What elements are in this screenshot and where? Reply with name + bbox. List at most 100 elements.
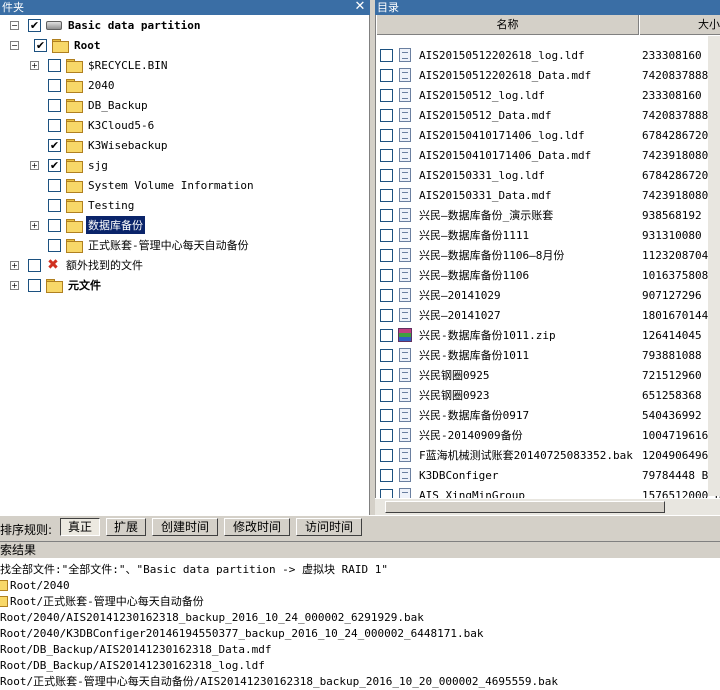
tree-node[interactable]: ✔ K3Wisebackup: [30, 135, 169, 155]
tree-node[interactable]: + ✖ 额外找到的文件: [10, 255, 145, 275]
file-row[interactable]: 兴民-20140909备份 1004719616 By: [376, 425, 720, 445]
file-row[interactable]: 兴民—20141027 1801670144 By: [376, 305, 720, 325]
file-row[interactable]: AIS20150331_Data.mdf 7423918080 By: [376, 185, 720, 205]
file-checkbox[interactable]: [380, 68, 393, 82]
tree-node[interactable]: + $RECYCLE.BIN: [30, 55, 169, 75]
file-checkbox[interactable]: [380, 268, 393, 282]
file-row[interactable]: F蓝海机械测试账套20140725083352.bak 1204906496 By: [376, 445, 720, 465]
tree-checkbox[interactable]: [48, 118, 61, 132]
result-text: Root/2040: [10, 578, 70, 592]
file-row[interactable]: AIS20150410171406_log.ldf 6784286720 By: [376, 125, 720, 145]
file-checkbox[interactable]: [380, 228, 393, 242]
folder-tree[interactable]: − ✔ Basic data partition − ✔ Root + $RECYCLE.BI…: [0, 15, 370, 515]
tree-checkbox[interactable]: [48, 178, 61, 192]
tree-node[interactable]: 正式账套-管理中心每天自动备份: [30, 235, 251, 255]
file-row[interactable]: 兴民—20141029 907127296 Byt: [376, 285, 720, 305]
tree-checkbox[interactable]: ✔: [48, 138, 61, 152]
file-checkbox[interactable]: [380, 208, 393, 222]
tree-node[interactable]: 2040: [30, 75, 117, 95]
file-checkbox[interactable]: [380, 108, 393, 122]
file-row[interactable]: K3DBConfiger 79784448 Byte: [376, 465, 720, 485]
file-checkbox[interactable]: [380, 368, 393, 382]
file-row[interactable]: 兴民钢圈0925 721512960 Byt: [376, 365, 720, 385]
sort-button[interactable]: 创建时间: [152, 518, 218, 536]
expander-icon[interactable]: +: [10, 260, 19, 270]
file-row[interactable]: 兴民—数据库备份1111 931310080 Byt: [376, 225, 720, 245]
tree-node[interactable]: + 数据库备份: [30, 215, 145, 235]
close-icon[interactable]: ✕: [352, 0, 368, 14]
file-checkbox[interactable]: [380, 448, 393, 462]
tree-node[interactable]: System Volume Information: [30, 175, 256, 195]
file-row[interactable]: AIS20150512202618_log.ldf 233308160 Byt: [376, 45, 720, 65]
file-checkbox[interactable]: [380, 248, 393, 262]
file-checkbox[interactable]: [380, 348, 393, 362]
tree-checkbox[interactable]: [48, 98, 61, 112]
tree-checkbox[interactable]: ✔: [48, 158, 61, 172]
tree-node[interactable]: − ✔ Basic data partition: [10, 15, 202, 35]
file-checkbox[interactable]: [380, 148, 393, 162]
file-row[interactable]: 兴民-数据库备份1011 793881088 Byt: [376, 345, 720, 365]
file-row[interactable]: 兴民—数据库备份1106—8月份 1123208704 By: [376, 245, 720, 265]
expander-icon[interactable]: +: [10, 280, 19, 290]
file-row[interactable]: AIS20150512_log.ldf 233308160 Byt: [376, 85, 720, 105]
horizontal-scroll-thumb[interactable]: [385, 501, 665, 513]
tree-node-label: 2040: [88, 78, 115, 92]
file-checkbox[interactable]: [380, 288, 393, 302]
tree-checkbox[interactable]: [28, 278, 41, 292]
tree-node[interactable]: K3Cloud5-6: [30, 115, 156, 135]
file-row[interactable]: AIS20150512_Data.mdf 7420837888 By: [376, 105, 720, 125]
file-row[interactable]: AIS20150512202618_Data.mdf 7420837888 By: [376, 65, 720, 85]
tree-checkbox[interactable]: [48, 78, 61, 92]
tree-checkbox[interactable]: ✔: [34, 38, 47, 52]
column-header-size[interactable]: 大小: [639, 15, 720, 35]
tree-node[interactable]: DB_Backup: [30, 95, 150, 115]
file-row[interactable]: AIS20150331_log.ldf 6784286720 By: [376, 165, 720, 185]
expander-icon[interactable]: +: [30, 60, 39, 70]
file-row[interactable]: AIS20150410171406_Data.mdf 7423918080 By: [376, 145, 720, 165]
sort-button[interactable]: 访问时间: [296, 518, 362, 536]
file-icon: [399, 348, 411, 362]
file-row[interactable]: 兴民—数据库备份1106 1016375808 By: [376, 265, 720, 285]
tree-checkbox[interactable]: ✔: [28, 18, 41, 32]
expander-icon[interactable]: −: [10, 40, 19, 50]
expander-icon[interactable]: −: [10, 20, 19, 30]
file-checkbox[interactable]: [380, 328, 393, 342]
tree-node-label: $RECYCLE.BIN: [88, 58, 168, 72]
tree-node[interactable]: + ✔ sjg: [30, 155, 110, 175]
tree-checkbox[interactable]: [48, 198, 61, 212]
vertical-scrollbar[interactable]: [708, 36, 720, 496]
tree-node[interactable]: Testing: [30, 195, 136, 215]
result-line[interactable]: Root/正式账套-管理中心每天自动备份/AIS20141230162318_b…: [0, 672, 558, 690]
file-icon: [399, 108, 411, 122]
expander-icon[interactable]: +: [30, 220, 39, 230]
file-checkbox[interactable]: [380, 408, 393, 422]
file-checkbox[interactable]: [380, 168, 393, 182]
tree-node[interactable]: + 元文件: [10, 275, 103, 295]
file-list[interactable]: 名称 大小 AIS20150512202618_log.ldf 233308160…: [375, 15, 720, 515]
column-header-name[interactable]: 名称: [376, 15, 639, 35]
horizontal-scrollbar[interactable]: [375, 498, 720, 515]
tree-node[interactable]: − ✔ Root: [10, 35, 103, 55]
expander-icon[interactable]: +: [30, 160, 39, 170]
tree-checkbox[interactable]: [48, 238, 61, 252]
file-checkbox[interactable]: [380, 428, 393, 442]
tree-checkbox[interactable]: [48, 218, 61, 232]
file-checkbox[interactable]: [380, 48, 393, 62]
file-row[interactable]: 兴民-数据库备份1011.zip 126414045 Byt: [376, 325, 720, 345]
file-checkbox[interactable]: [380, 388, 393, 402]
file-name: 兴民-数据库备份1011: [419, 349, 530, 362]
file-row[interactable]: 兴民—数据库备份_演示账套 938568192 Byt: [376, 205, 720, 225]
file-checkbox[interactable]: [380, 188, 393, 202]
file-checkbox[interactable]: [380, 88, 393, 102]
tree-checkbox[interactable]: [48, 58, 61, 72]
sort-button[interactable]: 扩展: [106, 518, 146, 536]
file-checkbox[interactable]: [380, 468, 393, 482]
tree-checkbox[interactable]: [28, 258, 41, 272]
sort-button[interactable]: 真正: [60, 518, 100, 536]
search-results[interactable]: 找全部文件:"全部文件:"、"Basic data partition -> 虚…: [0, 558, 720, 690]
sort-button[interactable]: 修改时间: [224, 518, 290, 536]
file-checkbox[interactable]: [380, 128, 393, 142]
file-row[interactable]: 兴民-数据库备份0917 540436992 Byt: [376, 405, 720, 425]
file-checkbox[interactable]: [380, 308, 393, 322]
file-row[interactable]: 兴民钢圈0923 651258368 Byt: [376, 385, 720, 405]
